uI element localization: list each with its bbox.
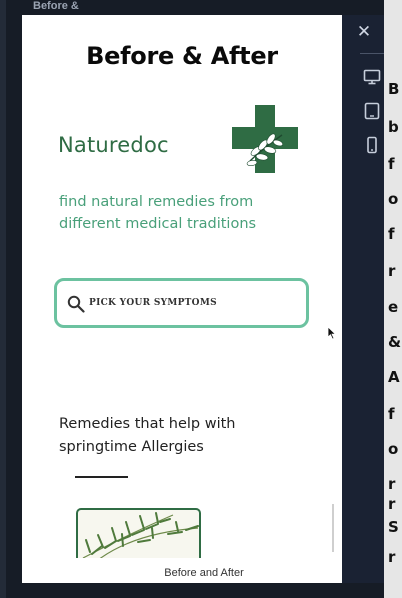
heading-underline <box>75 476 128 478</box>
background-letter: f <box>388 155 395 173</box>
background-letter: f <box>388 225 395 243</box>
section-heading: Remedies that help with springtime Aller… <box>59 416 236 455</box>
next-card-edge <box>332 504 334 552</box>
background-letter: f <box>388 405 395 423</box>
background-letter: o <box>388 440 399 458</box>
background-right-column: B b f o f r e & A f o r r S r <box>384 0 402 598</box>
background-strip <box>0 0 6 598</box>
background-letter: A <box>388 368 400 386</box>
background-letter: r <box>388 495 396 513</box>
preview-modal: Before & After Naturedoc find natural re… <box>22 15 342 583</box>
background-letter: B <box>388 80 400 98</box>
preview-side-panel: ✕ <box>342 15 384 583</box>
desktop-icon[interactable] <box>362 67 382 87</box>
mobile-icon[interactable] <box>362 135 382 155</box>
background-letter: r <box>388 475 396 493</box>
search-icon <box>67 295 85 313</box>
modal-title: Before & After <box>86 42 278 70</box>
background-letter: b <box>388 118 399 136</box>
footer-caption: Before and After <box>164 567 244 579</box>
symptom-search-box[interactable] <box>54 278 309 328</box>
tagline: find natural remedies from different med… <box>59 194 257 232</box>
background-letter: o <box>388 190 399 208</box>
background-page-title: Before & <box>33 0 79 12</box>
rosemary-image <box>82 512 199 558</box>
background-letter: r <box>388 548 396 566</box>
close-icon[interactable]: ✕ <box>355 23 373 41</box>
tablet-icon[interactable] <box>362 101 382 121</box>
background-letter: S <box>388 518 399 536</box>
symptom-search-input[interactable] <box>89 293 289 313</box>
medical-cross-logo-icon <box>232 105 298 173</box>
background-letter: & <box>388 333 402 351</box>
brand-name: Naturedoc <box>58 133 169 157</box>
remedy-card-rosemary[interactable] <box>76 508 201 558</box>
background-letter: r <box>388 262 396 280</box>
panel-divider <box>360 53 384 54</box>
background-letter: e <box>388 298 399 316</box>
mouse-cursor-icon <box>327 326 337 340</box>
